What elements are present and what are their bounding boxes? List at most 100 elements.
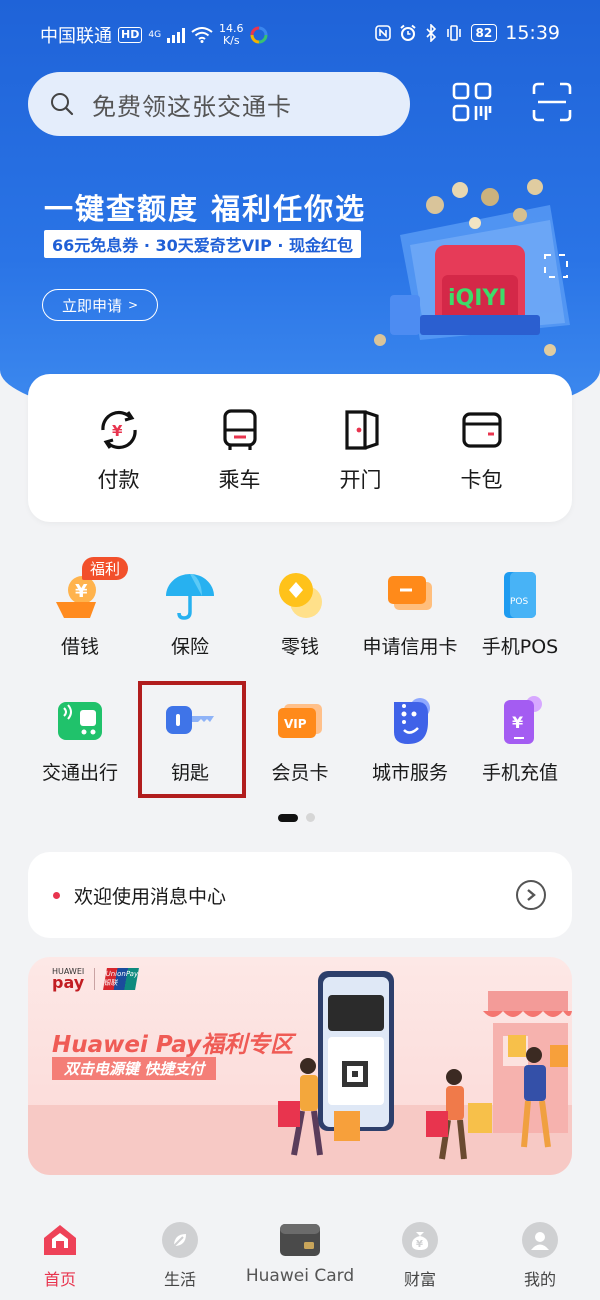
payment-code-icon[interactable] [450,80,494,124]
clock: 15:39 [505,22,560,44]
card-wallet-icon [461,412,502,448]
banner-subtitle: 66元免息券 · 30天爱奇艺VIP · 现金红包 [44,230,362,258]
bluetooth-icon [425,24,436,42]
nfc-icon [374,25,391,41]
service-label: 交通出行 [41,762,118,784]
search-icon [51,93,74,116]
service-city[interactable]: 城市服务 [350,692,470,785]
message-text: 欢迎使用消息中心 [74,885,227,908]
unread-dot [53,891,60,899]
service-label: 借钱 [60,636,99,658]
scan-icon[interactable] [530,80,574,124]
life-icon [162,1222,198,1258]
vibrate-icon [446,25,461,41]
brand-separator [94,967,96,990]
service-label: 手机POS [481,636,559,658]
nav-huawei-card[interactable]: Huawei Card [240,1222,360,1286]
nav-wealth[interactable]: ¥ 财富 [360,1222,480,1290]
quick-action-label: 开门 [339,468,382,492]
bottom-nav: 首页 生活 Huawei Card ¥ 财富 我的 [0,1212,600,1300]
search-placeholder: 免费领这张交通卡 [92,92,292,121]
quick-action-card-wallet[interactable]: 卡包 [437,374,527,522]
page-dot[interactable] [306,813,315,822]
net-speed-unit: K/s [222,34,240,47]
page-dot-active [278,813,298,822]
huawei-pay-banner[interactable]: HUAWEI pay UnionPay 银联 Huawei Pay福利专区 双击… [28,957,572,1175]
door-icon [344,410,379,450]
unionpay-logo: UnionPay 银联 [103,967,140,990]
vip-text: VIP [284,717,307,731]
pay-brand-text: pay [52,973,85,992]
quick-action-label: 卡包 [460,468,503,492]
wealth-icon: ¥ [402,1222,438,1258]
pay-brand: HUAWEI pay UnionPay 银联 [52,967,140,992]
pay-banner-subtitle: 双击电源键 快捷支付 [52,1057,217,1080]
alarm-icon [399,24,416,41]
quick-action-label: 付款 [97,468,140,492]
banner-illustration: iQIYI [374,179,570,356]
apply-now-label: 立即申请 [61,296,122,315]
hd-badge: HD [118,27,143,43]
service-phone-pos[interactable]: POS 手机POS [460,566,580,659]
credit-card-icon [388,576,432,610]
pos-text: POS [510,597,529,607]
pay-banner-illustration [278,971,572,1160]
quick-action-label: 乘车 [218,468,261,492]
svg-text:¥: ¥ [512,713,523,732]
bus-icon [222,409,257,450]
phone-recharge-icon: ¥ [504,696,542,744]
nav-label: 我的 [523,1270,556,1289]
profile-icon [522,1222,558,1258]
service-credit-card[interactable]: 申请信用卡 [350,566,470,659]
service-label: 申请信用卡 [362,636,458,658]
quick-action-pay[interactable]: ¥ 付款 [74,374,164,522]
service-recharge[interactable]: ¥ 手机充值 [460,692,580,785]
home-icon [44,1225,76,1255]
wifi-icon [191,27,213,43]
nav-label: 财富 [403,1270,436,1289]
service-label: 保险 [170,636,209,658]
apply-now-button[interactable]: 立即申请 > [42,289,158,321]
quick-action-door[interactable]: 开门 [316,374,406,522]
carrier-name: 中国联通 [40,26,112,47]
service-label: 城市服务 [371,762,448,784]
service-change[interactable]: 零钱 [240,566,360,659]
service-insurance[interactable]: 保险 [130,566,250,659]
page-indicator [278,813,315,822]
nav-home[interactable]: 首页 [0,1222,120,1290]
service-label: 会员卡 [271,762,329,784]
svg-text:iQIYI: iQIYI [448,286,507,311]
search-bar[interactable]: 免费领这张交通卡 [28,72,410,136]
svg-text:¥: ¥ [112,422,123,440]
umbrella-icon [166,574,214,620]
nav-profile[interactable]: 我的 [480,1222,600,1290]
pay-banner-title: Huawei Pay福利专区 [52,1032,294,1058]
svg-text:¥: ¥ [75,581,88,602]
quick-actions-card: ¥ 付款 乘车 开门 卡包 [28,374,572,522]
welfare-badge: 福利 [82,557,129,580]
coin-icon [279,573,322,618]
service-label: 零钱 [280,636,319,658]
service-vip-card[interactable]: VIP 会员卡 [240,692,360,785]
quick-action-bus[interactable]: 乘车 [195,374,285,522]
pay-icon: ¥ [100,410,137,450]
service-label: 手机充值 [481,762,558,784]
nav-label: 生活 [163,1270,196,1289]
chevron-right-icon: > [127,298,139,312]
service-loan[interactable]: ¥ 借钱 [20,566,140,659]
battery-indicator: 82 [470,24,498,42]
nav-label: Huawei Card [245,1266,355,1286]
signal-icon [167,27,186,43]
banner-title: 一键查额度 福利任你选 [44,192,367,226]
net-speed: 14.6 K/s [219,23,244,47]
key-highlight-box [138,681,246,798]
status-bar: 中国联通 HD 4G 14.6 K/s 82 15:39 [0,0,600,66]
nav-life[interactable]: 生活 [120,1222,240,1290]
nav-label: 首页 [43,1270,76,1289]
city-service-icon [394,698,430,744]
service-transit[interactable]: 交通出行 [20,692,140,785]
message-center-bar[interactable]: 欢迎使用消息中心 [28,852,572,938]
pos-icon: POS [504,572,536,618]
vip-card-icon: VIP [278,704,322,738]
chevron-right-circle-icon[interactable] [516,880,546,910]
